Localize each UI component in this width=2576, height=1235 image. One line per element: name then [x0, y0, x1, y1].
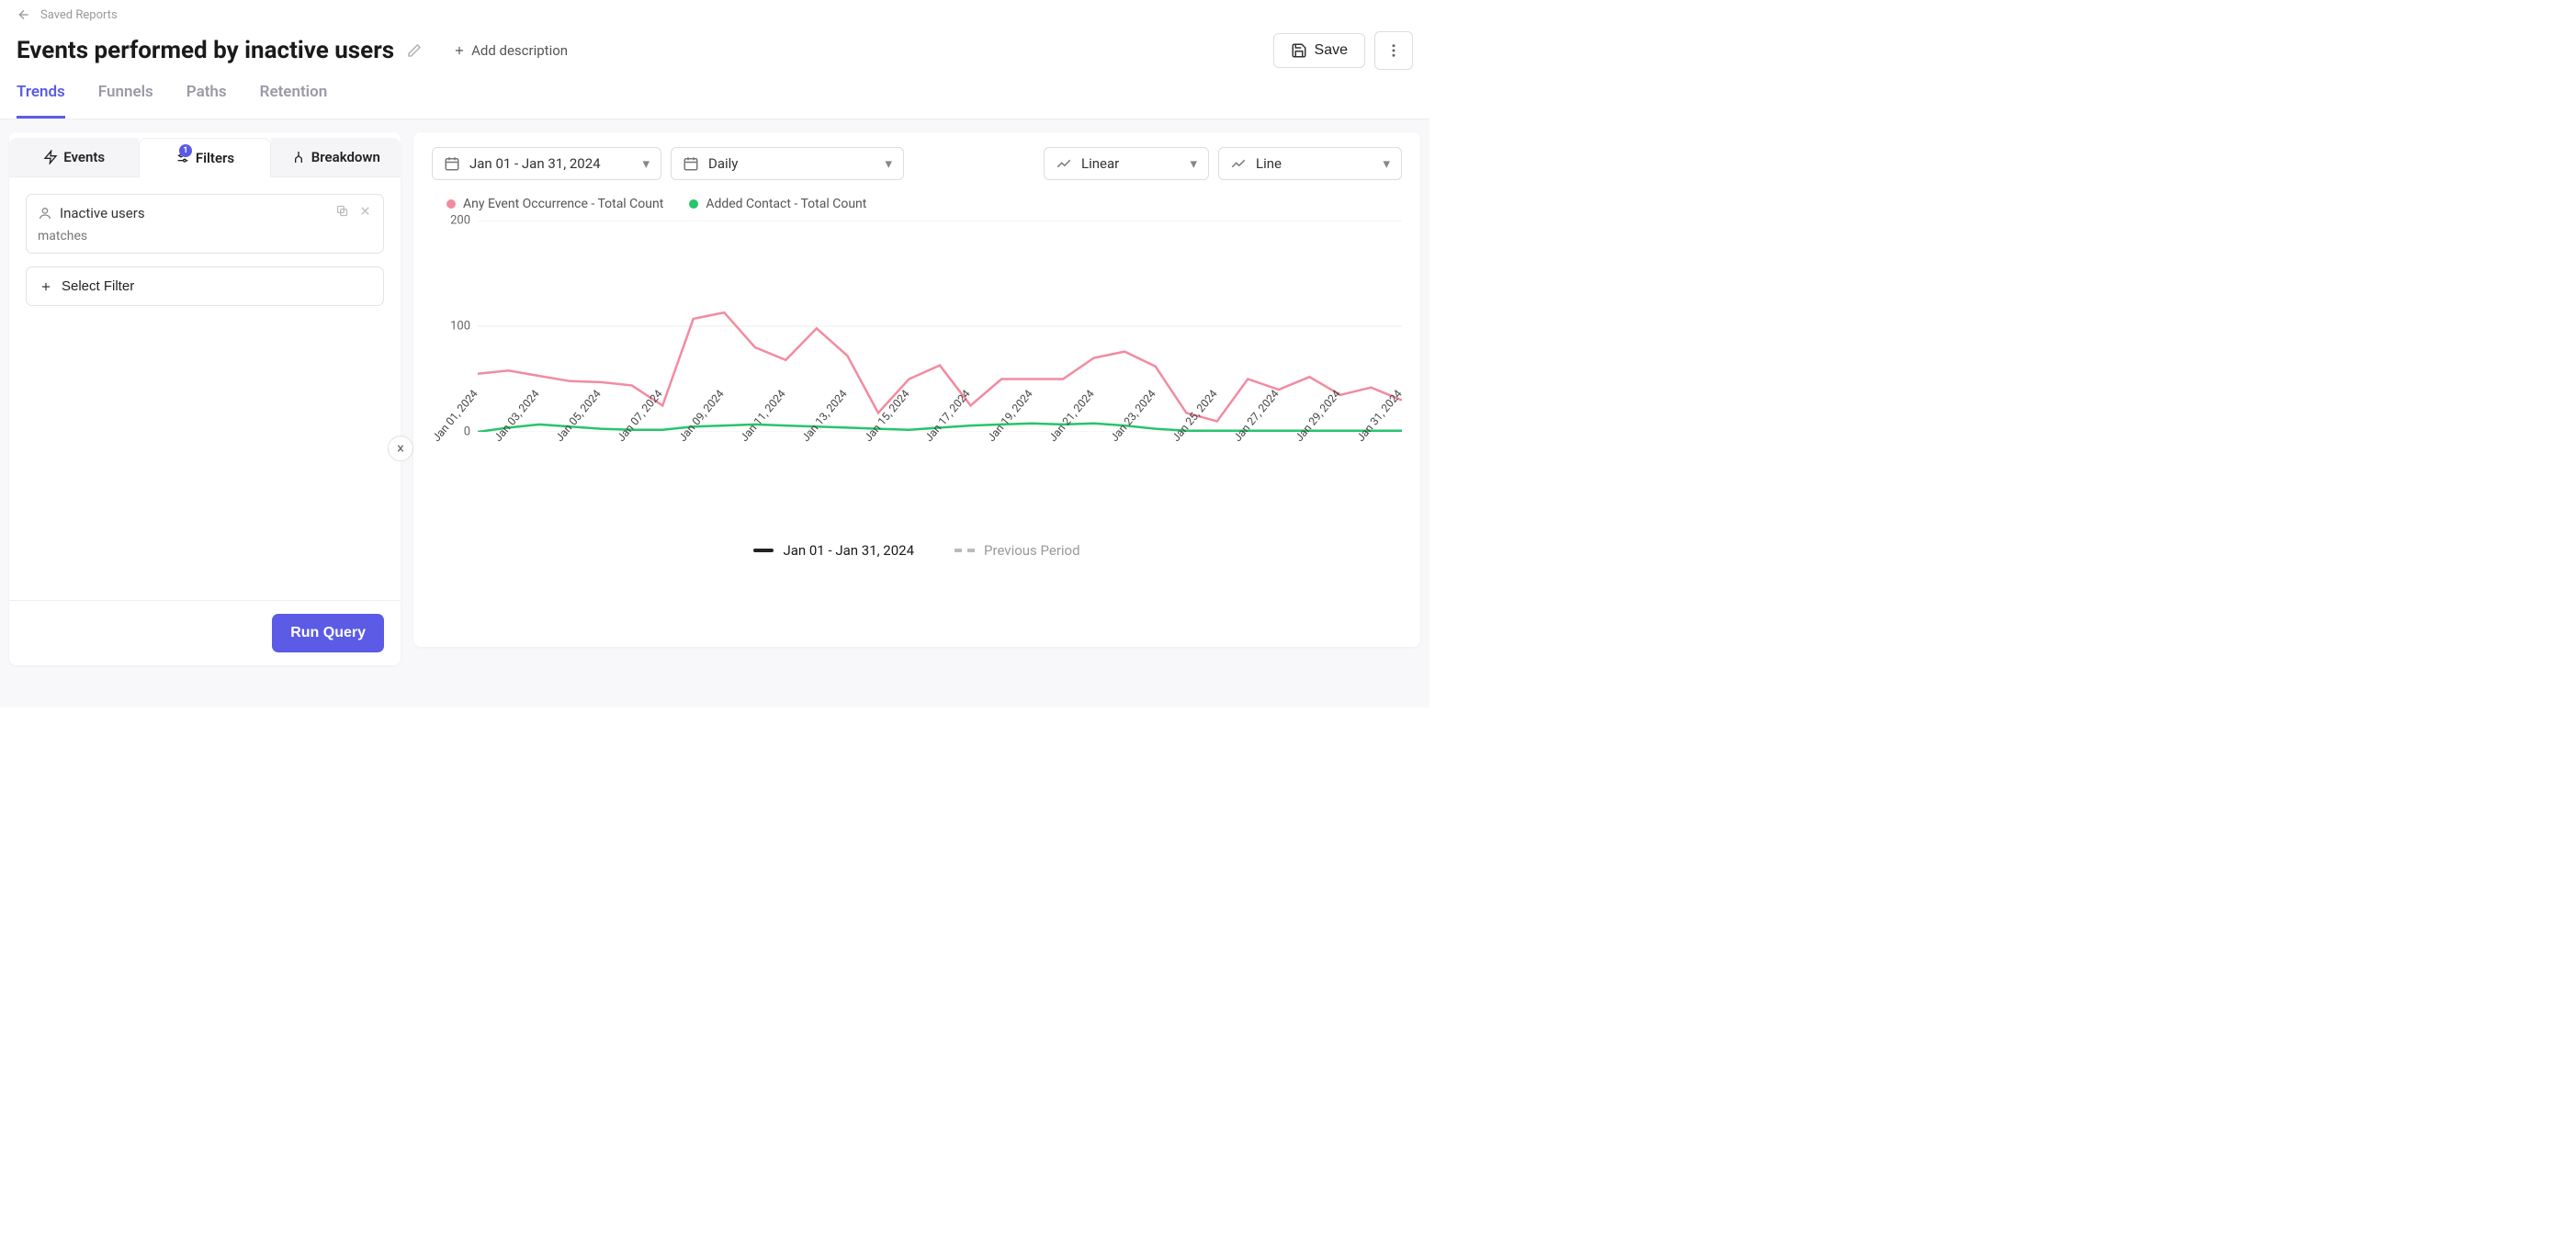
period-previous-label: Previous Period: [984, 542, 1080, 559]
chart-legend: Any Event Occurrence - Total Count Added…: [446, 197, 1402, 211]
chevron-down-icon: ▾: [1190, 155, 1197, 172]
collapse-panel-handle[interactable]: [388, 436, 413, 461]
copy-icon: [335, 204, 349, 218]
panel-tab-filters-label: Filters: [196, 150, 234, 166]
scale-label: Linear: [1081, 155, 1119, 172]
tab-paths[interactable]: Paths: [186, 81, 227, 119]
chevron-down-icon: ▾: [885, 155, 892, 172]
collapse-icon: [393, 441, 408, 456]
line-chart-icon: [1230, 155, 1247, 172]
save-label: Save: [1315, 42, 1348, 59]
y-tick-label: 0: [464, 425, 470, 439]
calendar-icon: [444, 155, 460, 172]
y-tick-label: 200: [450, 214, 470, 228]
panel-tab-events-label: Events: [63, 149, 105, 165]
page-title: Events performed by inactive users: [17, 37, 394, 64]
chart-type-label: Line: [1256, 155, 1282, 172]
save-icon: [1291, 42, 1307, 59]
filter-name-label: Inactive users: [60, 205, 145, 221]
arrow-left-icon: [17, 7, 31, 22]
select-filter-label: Select Filter: [62, 278, 134, 294]
config-panel: Events 1 Filters Breakdown Inactive user…: [9, 132, 401, 665]
add-description-button[interactable]: Add description: [453, 42, 568, 59]
analysis-tabs: Trends Funnels Paths Retention: [0, 81, 1429, 119]
period-current-label: Jan 01 - Jan 31, 2024: [783, 542, 914, 559]
plot-area: Jan 01, 2024Jan 03, 2024Jan 05, 2024Jan …: [478, 221, 1402, 478]
tab-retention[interactable]: Retention: [260, 81, 328, 119]
panel-tab-events[interactable]: Events: [9, 138, 139, 176]
chart-area: 0100200 Jan 01, 2024Jan 03, 2024Jan 05, …: [432, 221, 1402, 496]
breadcrumb[interactable]: Saved Reports: [17, 7, 1413, 22]
filters-count-badge: 1: [179, 144, 192, 157]
x-axis: Jan 01, 2024Jan 03, 2024Jan 05, 2024Jan …: [478, 432, 1402, 487]
chevron-down-icon: ▾: [1383, 155, 1390, 172]
line-chart-icon: [1056, 155, 1072, 172]
chart-type-dropdown[interactable]: Line ▾: [1218, 147, 1402, 180]
legend-label: Added Contact - Total Count: [706, 197, 866, 211]
duplicate-filter-button[interactable]: [335, 204, 349, 221]
calendar-icon: [683, 155, 699, 172]
legend-dot-icon: [689, 199, 698, 209]
period-current[interactable]: Jan 01 - Jan 31, 2024: [753, 542, 914, 559]
remove-filter-button[interactable]: [358, 204, 372, 221]
tab-trends[interactable]: Trends: [17, 81, 65, 119]
run-query-button[interactable]: Run Query: [272, 614, 384, 652]
filter-condition-label: matches: [38, 229, 372, 244]
date-range-dropdown[interactable]: Jan 01 - Jan 31, 2024 ▾: [432, 147, 661, 180]
legend-item-series-1[interactable]: Any Event Occurrence - Total Count: [446, 197, 663, 211]
dashed-line-icon: [955, 549, 975, 552]
breakdown-icon: [291, 150, 306, 164]
user-icon: [38, 206, 52, 221]
save-button[interactable]: Save: [1273, 33, 1365, 68]
legend-label: Any Event Occurrence - Total Count: [463, 197, 663, 211]
add-description-label: Add description: [471, 42, 568, 59]
close-icon: [358, 204, 372, 218]
more-menu-button[interactable]: [1374, 31, 1413, 70]
legend-dot-icon: [446, 199, 456, 209]
period-legend: Jan 01 - Jan 31, 2024 Previous Period: [432, 542, 1402, 559]
chart-panel: Jan 01 - Jan 31, 2024 ▾ Daily ▾ Linear ▾: [413, 132, 1420, 647]
bolt-icon: [43, 150, 58, 164]
scale-dropdown[interactable]: Linear ▾: [1044, 147, 1209, 180]
panel-tab-filters[interactable]: 1 Filters: [139, 138, 270, 177]
edit-title-icon[interactable]: [407, 43, 422, 58]
breadcrumb-label: Saved Reports: [40, 8, 118, 22]
more-vertical-icon: [1385, 42, 1402, 59]
period-previous[interactable]: Previous Period: [955, 542, 1080, 559]
interval-dropdown[interactable]: Daily ▾: [671, 147, 904, 180]
select-filter-button[interactable]: Select Filter: [26, 266, 384, 306]
interval-label: Daily: [708, 155, 738, 172]
filter-card[interactable]: Inactive users matches: [26, 194, 384, 254]
panel-tab-breakdown-label: Breakdown: [311, 149, 380, 165]
y-tick-label: 100: [450, 320, 470, 334]
date-range-label: Jan 01 - Jan 31, 2024: [469, 155, 601, 172]
plus-icon: [40, 280, 52, 293]
legend-item-series-2[interactable]: Added Contact - Total Count: [689, 197, 866, 211]
chevron-down-icon: ▾: [642, 155, 650, 172]
plus-icon: [453, 44, 466, 57]
panel-tab-breakdown[interactable]: Breakdown: [271, 138, 401, 176]
tab-funnels[interactable]: Funnels: [98, 81, 153, 119]
solid-line-icon: [753, 549, 774, 552]
